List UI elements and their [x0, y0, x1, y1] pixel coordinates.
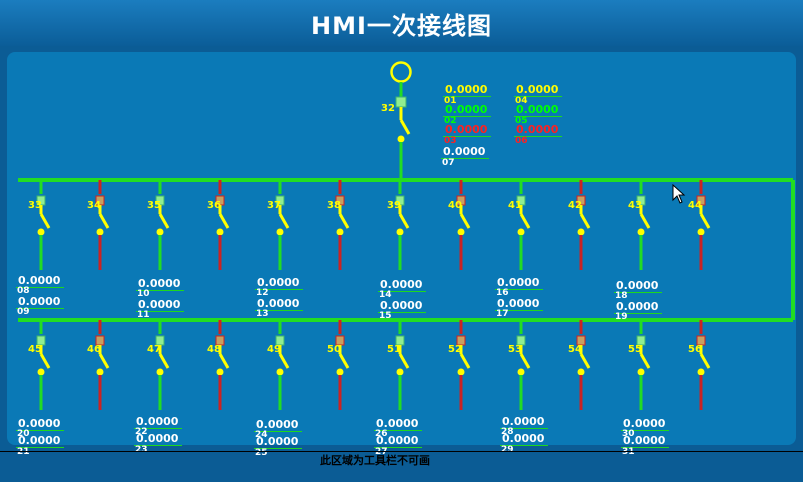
switch-number: 43 — [628, 200, 642, 211]
feeder-1-8 — [456, 180, 471, 270]
feeder-2-6 — [335, 320, 350, 410]
feeder-2-2 — [95, 320, 110, 410]
measure-label: 13 — [256, 309, 269, 319]
switch-number: 54 — [568, 344, 582, 355]
switch-blade-1-7[interactable] — [398, 213, 410, 229]
feeder-1-5 — [275, 180, 290, 270]
feeder-1-12 — [696, 180, 711, 270]
single-line-diagram — [18, 61, 795, 410]
switch-number: 51 — [387, 344, 401, 355]
switch-blade-1-11[interactable] — [639, 213, 651, 229]
measure-label: 15 — [379, 311, 392, 321]
switch-blade-2-3[interactable] — [158, 353, 170, 369]
switch-number: 56 — [688, 344, 702, 355]
feeder-2-11 — [636, 320, 651, 410]
main-switch-blade[interactable] — [399, 119, 411, 135]
top-value-label: 07 — [442, 158, 455, 168]
switch-blade-2-5[interactable] — [278, 353, 290, 369]
feeder-2-10 — [576, 320, 591, 410]
feeder-2-4 — [215, 320, 230, 410]
feeder-1-3 — [155, 180, 170, 270]
switch-blade-2-10[interactable] — [579, 353, 591, 369]
switch-number: 48 — [207, 344, 221, 355]
feeder-2-3 — [155, 320, 170, 410]
measure-label: 19 — [615, 312, 628, 322]
feeder-1-9 — [516, 180, 531, 270]
main-breaker[interactable] — [395, 96, 407, 108]
switch-blade-1-5[interactable] — [278, 213, 290, 229]
switch-blade-1-8[interactable] — [459, 213, 471, 229]
switch-number: 36 — [207, 200, 221, 211]
switch-blade-1-1[interactable] — [39, 213, 51, 229]
switch-number: 53 — [508, 344, 522, 355]
switch-blade-1-9[interactable] — [519, 213, 531, 229]
feeder-2-1 — [36, 320, 51, 410]
feeder-1-6 — [335, 180, 350, 270]
switch-blade-1-6[interactable] — [338, 213, 350, 229]
feeder-1-1 — [36, 180, 51, 270]
feeder-1-11 — [636, 180, 651, 270]
feeder-2-9 — [516, 320, 531, 410]
switch-number: 55 — [628, 344, 642, 355]
mouse-cursor-icon — [672, 184, 686, 204]
switch-blade-2-2[interactable] — [98, 353, 110, 369]
switch-number: 52 — [448, 344, 462, 355]
switch-number: 47 — [147, 344, 161, 355]
switch-number: 35 — [147, 200, 161, 211]
switch-number: 46 — [87, 344, 101, 355]
switch-number: 37 — [267, 200, 281, 211]
measure-label: 17 — [496, 309, 509, 319]
switch-blade-2-7[interactable] — [398, 353, 410, 369]
feeder-1-7 — [395, 180, 410, 270]
source-circle-icon — [390, 61, 412, 83]
feeder-2-12 — [696, 320, 711, 410]
measure-label: 11 — [137, 310, 150, 320]
switch-number: 39 — [387, 200, 401, 211]
switch-number: 44 — [688, 200, 702, 211]
switch-blade-2-11[interactable] — [639, 353, 651, 369]
switch-blade-1-4[interactable] — [218, 213, 230, 229]
switch-number: 49 — [267, 344, 281, 355]
switch-blade-2-6[interactable] — [338, 353, 350, 369]
feeder-2-5 — [275, 320, 290, 410]
switch-blade-2-9[interactable] — [519, 353, 531, 369]
switch-number-main: 32 — [381, 103, 395, 114]
switch-blade-2-1[interactable] — [39, 353, 51, 369]
feeder-1-10 — [576, 180, 591, 270]
switch-number: 42 — [568, 200, 582, 211]
switch-number: 45 — [28, 344, 42, 355]
switch-number: 50 — [327, 344, 341, 355]
switch-blade-2-12[interactable] — [699, 353, 711, 369]
feeder-2-7 — [395, 320, 410, 410]
switch-blade-1-12[interactable] — [699, 213, 711, 229]
main-feed — [390, 61, 412, 180]
measure-label: 09 — [17, 307, 30, 317]
toolbar-note: 此区域为工具栏不可画 — [320, 454, 430, 467]
switch-number: 33 — [28, 200, 42, 211]
switch-blade-1-3[interactable] — [158, 213, 170, 229]
switch-number: 41 — [508, 200, 522, 211]
switch-blade-2-4[interactable] — [218, 353, 230, 369]
feeder-1-2 — [95, 180, 110, 270]
switch-blade-2-8[interactable] — [459, 353, 471, 369]
switch-number: 38 — [327, 200, 341, 211]
switch-number: 34 — [87, 200, 101, 211]
switch-blade-1-10[interactable] — [579, 213, 591, 229]
switch-number: 40 — [448, 200, 462, 211]
feeder-2-8 — [456, 320, 471, 410]
top-value-label: 06 — [515, 136, 528, 146]
switch-blade-1-2[interactable] — [98, 213, 110, 229]
feeder-1-4 — [215, 180, 230, 270]
